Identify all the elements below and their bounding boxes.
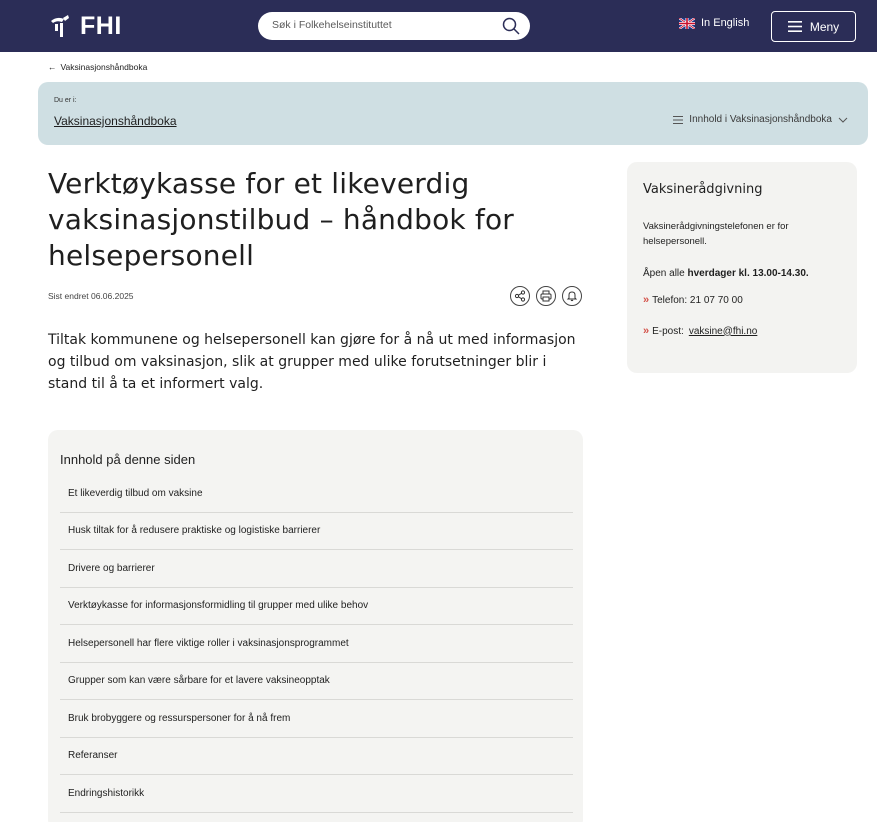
opening-hours: Åpen alle hverdager kl. 13.00-14.30. [643,268,809,279]
hamburger-icon [787,21,802,32]
page-title: Verktøykasse for et likeverdig vaksinasj… [48,167,515,272]
article-ingress: Tiltak kommunene og helsepersonell kan g… [48,332,576,392]
toc-link[interactable]: Verktøykasse for informasjonsformidling … [60,588,573,625]
print-button[interactable] [536,286,556,306]
you-are-in-label: Du er i: [54,97,77,104]
email-prefix: E-post: [652,325,684,337]
search-placeholder: Søk i Folkehelseinstituttet [272,19,392,31]
section-link[interactable]: Vaksinasjonshåndboka [54,114,177,128]
language-label: In English [701,17,750,29]
hours-value: hverdager kl. 13.00-14.30. [687,268,809,279]
card-description: Vaksinerådgivningstelefonen er for helse… [643,221,789,247]
notify-button[interactable] [562,286,582,306]
uk-flag-icon [679,17,695,29]
language-switch[interactable]: In English [679,17,749,29]
location-band: Du er i: Vaksinasjonshåndboka Innhold i … [38,82,868,145]
toc-link[interactable]: Endringshistorikk [60,775,573,813]
search-input[interactable]: Søk i Folkehelseinstituttet [258,12,530,40]
phone-text: Telefon: 21 07 70 00 [652,294,743,306]
arrow-left-icon: ← [48,62,57,72]
toc-link[interactable]: Et likeverdig tilbud om vaksine [60,475,573,513]
menu-button[interactable]: Meny [771,11,856,42]
toc-link[interactable]: Drivere og barrierer [60,550,573,588]
chevron-down-icon [838,117,848,123]
print-icon [540,290,552,302]
phone-line: » Telefon: 21 07 70 00 [643,294,743,306]
email-link[interactable]: vaksine@fhi.no [689,326,758,337]
fhi-logo[interactable]: FHI [48,10,122,42]
bell-icon [566,291,578,302]
toc-link[interactable]: Grupper som kan være sårbare for et lave… [60,663,573,700]
page-contents-box: Innhold på denne siden Et likeverdig til… [48,430,583,822]
hours-prefix: Åpen alle [643,268,685,279]
page-contents-list: Et likeverdig tilbud om vaksine Husk til… [60,475,573,813]
card-title: Vaksinerådgivning [643,182,763,197]
email-line: » E-post: vaksine@fhi.no [643,325,757,337]
toc-link[interactable]: Bruk brobyggere og ressurspersoner for å… [60,700,573,738]
last-updated: Sist endret 06.06.2025 [48,291,134,301]
toc-link[interactable]: Husk tiltak for å redusere praktiske og … [60,513,573,550]
toc-link[interactable]: Referanser [60,738,573,775]
toc-link[interactable]: Helsepersonell har flere viktige roller … [60,625,573,663]
top-navigation-bar: FHI Søk i Folkehelseinstituttet In Engli… [0,0,877,52]
page-contents-heading: Innhold på denne siden [60,452,196,467]
vaccine-advice-card: Vaksinerådgivning Vaksinerådgivningstele… [627,162,857,373]
handbook-contents-label: Innhold i Vaksinasjonshåndboka [689,114,832,125]
share-button[interactable] [510,286,530,306]
menu-label: Meny [809,19,840,34]
logo-text: FHI [80,11,122,40]
article-tools [510,286,582,306]
back-link-label: Vaksinasjonshåndboka [60,62,148,72]
handbook-contents-toggle[interactable]: Innhold i Vaksinasjonshåndboka [673,114,848,125]
share-icon [514,290,526,302]
chevron-right-icon: » [643,325,649,337]
search-icon[interactable] [501,16,521,36]
back-link[interactable]: ← Vaksinasjonshåndboka [48,62,147,72]
list-icon [673,115,684,124]
chevron-right-icon: » [643,294,649,306]
fhi-logo-icon [51,15,69,37]
